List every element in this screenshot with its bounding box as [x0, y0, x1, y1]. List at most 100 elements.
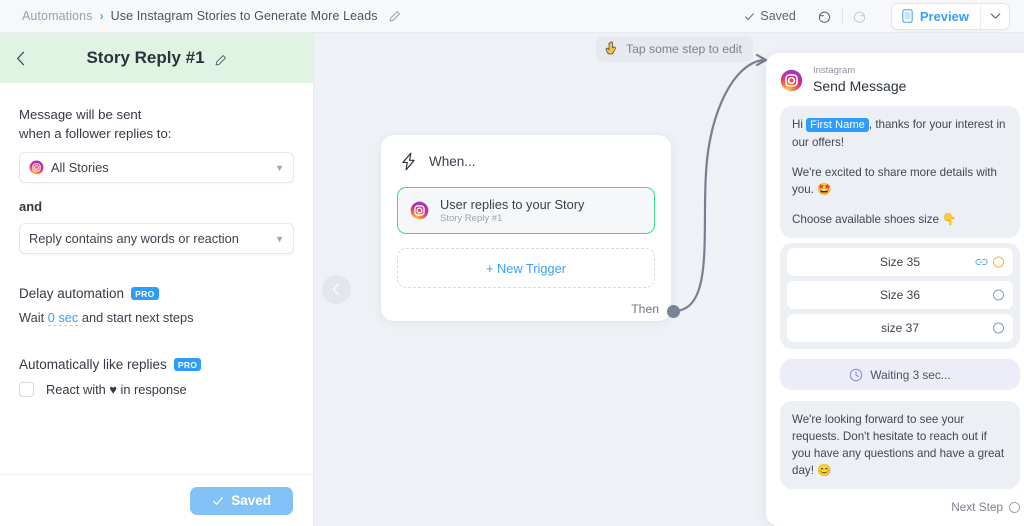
- choice-button-1[interactable]: Size 35: [787, 248, 1013, 276]
- preview-dropdown-button[interactable]: [981, 4, 1009, 29]
- react-checkbox-label: React with ♥ in response: [46, 382, 187, 397]
- tap-step-tooltip: Tap some step to edit: [596, 36, 753, 62]
- bubble-paragraph-1: Hi First Name, thanks for your interest …: [792, 116, 1008, 151]
- preview-label: Preview: [919, 8, 969, 24]
- toolbar-divider: [841, 8, 843, 24]
- next-step-label: Next Step: [951, 500, 1003, 514]
- sidebar-body: Message will be sent when a follower rep…: [0, 83, 313, 474]
- step-type-title: Send Message: [813, 78, 907, 94]
- save-status-indicator: Saved: [744, 9, 796, 23]
- preview-button-group: Preview: [890, 2, 1010, 30]
- condition-select-value: Reply contains any words or reaction: [29, 231, 239, 246]
- new-trigger-button[interactable]: + New Trigger: [397, 248, 655, 288]
- toolbar-actions: Saved Preview: [744, 2, 1024, 30]
- wait-suffix: and start next steps: [78, 310, 194, 325]
- trigger-item-text: User replies to your Story Story Reply #…: [440, 197, 584, 225]
- trigger-item[interactable]: User replies to your Story Story Reply #…: [397, 187, 655, 234]
- trigger-item-subtitle: Story Reply #1: [440, 212, 503, 224]
- redo-icon: [854, 11, 866, 23]
- trigger-card-when-label: When...: [429, 154, 476, 169]
- link-icon[interactable]: [975, 258, 988, 267]
- lightning-bolt-icon: [402, 152, 415, 171]
- waiting-label: Waiting 3 sec...: [870, 367, 951, 382]
- message-bubble-2[interactable]: We're looking forward to see your reques…: [780, 401, 1020, 489]
- choice-indicators: [993, 289, 1004, 301]
- react-checkbox[interactable]: [19, 382, 34, 397]
- preview-button[interactable]: Preview: [892, 3, 981, 29]
- save-status-label: Saved: [760, 9, 796, 23]
- choice-label: Size 36: [879, 288, 921, 302]
- circle-outline-icon[interactable]: [1009, 501, 1020, 513]
- arrow-right-icon: [755, 53, 768, 67]
- choice-indicators: [993, 322, 1004, 334]
- undo-icon: [819, 11, 831, 23]
- breadcrumb-separator-icon: ›: [99, 9, 104, 23]
- save-button[interactable]: Saved: [190, 486, 293, 515]
- intro-line-1: Message will be sent: [19, 107, 142, 122]
- check-icon: [745, 12, 755, 20]
- choice-connector-dot[interactable]: [993, 256, 1004, 268]
- trigger-card-header: When...: [381, 135, 671, 171]
- trigger-item-title: User replies to your Story: [440, 196, 585, 212]
- wait-value[interactable]: 0 sec: [47, 310, 79, 326]
- sidebar-footer: Saved: [0, 474, 313, 526]
- next-step-connector[interactable]: Next Step: [951, 500, 1020, 514]
- edit-title-pencil-icon[interactable]: [388, 10, 401, 23]
- choice-connector-dot[interactable]: [993, 322, 1004, 334]
- instagram-icon: [29, 160, 44, 175]
- collapse-sidebar-button[interactable]: [322, 275, 351, 304]
- breadcrumb: Automations › Use Instagram Stories to G…: [0, 9, 401, 23]
- react-label-suffix: in response: [116, 382, 187, 397]
- waiting-delay-block[interactable]: Waiting 3 sec...: [780, 359, 1020, 390]
- send-message-step-panel[interactable]: Instagram Send Message Hi First Name, th…: [766, 53, 1024, 526]
- mobile-phone-icon: [902, 9, 913, 23]
- sidebar-back-button[interactable]: [8, 45, 34, 71]
- chevron-down-icon: [990, 13, 1000, 19]
- like-section-title: Automatically like replies: [19, 357, 167, 372]
- chevron-left-icon: [333, 283, 339, 296]
- bubble-paragraph-3: Choose available shoes size 👇: [792, 213, 957, 226]
- like-section-header: Automatically like replies PRO: [19, 357, 294, 372]
- choice-button-3[interactable]: size 37: [787, 314, 1013, 342]
- save-button-label: Saved: [231, 493, 271, 508]
- chevron-left-icon: [17, 51, 25, 65]
- pointing-hand-icon: [605, 41, 616, 55]
- message-bubble-1[interactable]: Hi First Name, thanks for your interest …: [780, 106, 1020, 238]
- message-panel-header: Instagram Send Message: [780, 65, 1020, 95]
- sidebar-title-row: Story Reply #1: [0, 48, 313, 68]
- choice-label: Size 35: [879, 255, 921, 269]
- wait-prefix: Wait: [19, 310, 48, 325]
- message-panel-title-block: Instagram Send Message: [813, 65, 906, 95]
- conjunction-label: and: [19, 199, 43, 214]
- redo-button[interactable]: [847, 3, 873, 29]
- story-select[interactable]: All Stories ▼: [19, 152, 294, 183]
- sidebar-header: Story Reply #1: [0, 33, 313, 83]
- condition-select[interactable]: Reply contains any words or reaction ▼: [19, 223, 294, 254]
- choice-indicators: [975, 256, 1004, 268]
- bubble-paragraph-2: We're excited to share more details with…: [792, 166, 997, 196]
- step-settings-sidebar: Story Reply #1 Message will be sent when…: [0, 33, 314, 526]
- delay-section-header: Delay automation PRO: [19, 286, 294, 301]
- undo-button[interactable]: [812, 3, 838, 29]
- choice-button-2[interactable]: Size 36: [787, 281, 1013, 309]
- rename-step-pencil-icon[interactable]: [214, 52, 227, 65]
- choice-connector-dot[interactable]: [993, 289, 1004, 301]
- greeting-prefix: Hi: [792, 118, 807, 131]
- bubble-2-text: We're looking forward to see your reques…: [792, 413, 1005, 477]
- instagram-icon: [780, 69, 803, 91]
- then-connector-dot[interactable]: [667, 305, 680, 318]
- flow-canvas[interactable]: Tap some step to edit When... User repli…: [314, 33, 1024, 526]
- trigger-card[interactable]: When... User replies to your Story Story…: [381, 135, 671, 321]
- pro-badge: PRO: [131, 286, 159, 301]
- caret-down-icon: ▼: [275, 162, 284, 173]
- breadcrumb-automations-link[interactable]: Automations: [22, 9, 93, 23]
- delay-wait-line: Wait 0 sec and start next steps: [19, 310, 294, 326]
- then-label: Then: [631, 302, 659, 316]
- instagram-icon: [410, 201, 429, 220]
- story-select-value: All Stories: [51, 160, 109, 175]
- message-sent-label: Message will be sent when a follower rep…: [19, 105, 294, 143]
- first-name-variable-chip[interactable]: First Name: [806, 118, 869, 132]
- quick-reply-choices: Size 35 Size 36 size 37: [780, 243, 1020, 349]
- breadcrumb-current-title: Use Instagram Stories to Generate More L…: [110, 9, 378, 23]
- check-icon: [213, 496, 224, 505]
